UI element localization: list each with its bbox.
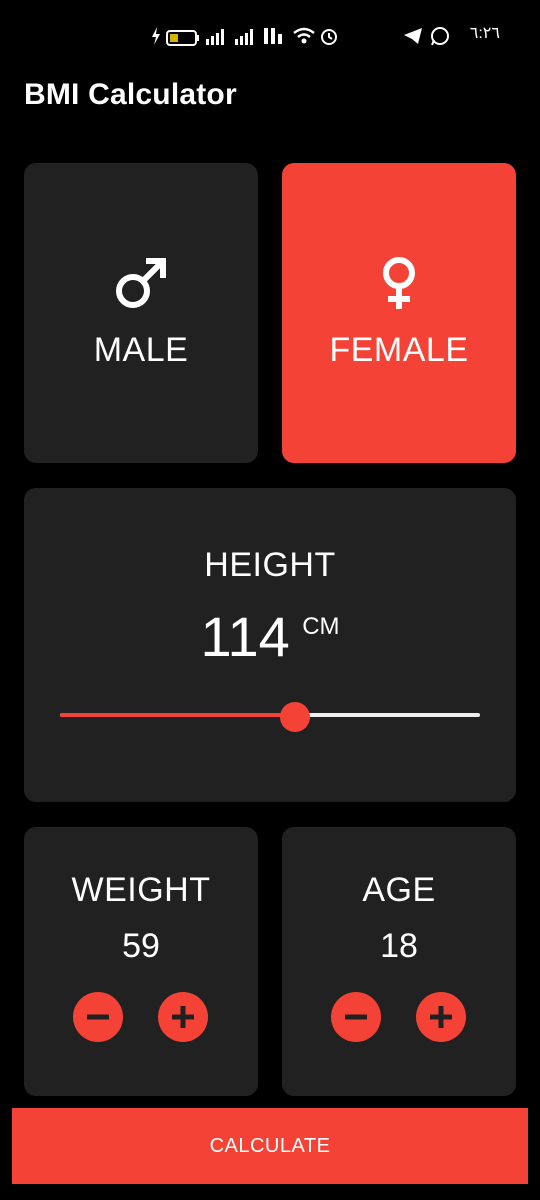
- height-value: 114: [200, 605, 290, 668]
- page-title: BMI Calculator: [24, 78, 237, 111]
- minus-icon: [87, 1014, 109, 1020]
- plus-icon: [430, 1006, 452, 1028]
- charging-icon: [152, 27, 160, 45]
- weight-card: WEIGHT 59: [24, 827, 258, 1096]
- alarm-icon: [321, 29, 337, 45]
- slider-fill: [60, 713, 296, 717]
- female-icon: [383, 257, 415, 309]
- female-card[interactable]: FEMALE: [282, 163, 516, 463]
- wifi-icon: [293, 27, 315, 44]
- signal-icon: [235, 29, 253, 45]
- weight-title: WEIGHT: [71, 871, 211, 909]
- weight-increment-button[interactable]: [158, 992, 208, 1042]
- slider-thumb[interactable]: [280, 702, 311, 732]
- age-value: 18: [380, 927, 418, 965]
- telegram-icon: [404, 28, 422, 44]
- signal-icon: [206, 29, 224, 45]
- bmi-screen: ٦:٢٦ BMI Calculator MALE FEMALE HEIGHT 1…: [0, 0, 540, 1200]
- volte-icon: [264, 28, 282, 44]
- male-icon: [116, 258, 166, 308]
- age-decrement-button[interactable]: [331, 992, 381, 1042]
- calculate-button[interactable]: CALCULATE: [12, 1108, 528, 1184]
- height-title: HEIGHT: [204, 546, 336, 584]
- age-increment-button[interactable]: [416, 992, 466, 1042]
- height-card: HEIGHT 114 CM: [24, 488, 516, 802]
- battery-icon: [166, 30, 199, 46]
- height-unit: CM: [302, 613, 340, 640]
- height-value-row: 114 CM: [24, 604, 516, 669]
- whatsapp-icon: [431, 27, 449, 46]
- weight-decrement-button[interactable]: [73, 992, 123, 1042]
- age-title: AGE: [362, 871, 436, 909]
- status-time: ٦:٢٦: [469, 25, 500, 42]
- female-label: FEMALE: [329, 331, 469, 369]
- weight-value: 59: [122, 927, 160, 965]
- age-card: AGE 18: [282, 827, 516, 1096]
- male-label: MALE: [93, 331, 189, 369]
- status-bar: ٦:٢٦: [0, 0, 540, 70]
- minus-icon: [345, 1014, 367, 1020]
- plus-icon: [172, 1006, 194, 1028]
- height-slider[interactable]: [60, 702, 480, 732]
- male-card[interactable]: MALE: [24, 163, 258, 463]
